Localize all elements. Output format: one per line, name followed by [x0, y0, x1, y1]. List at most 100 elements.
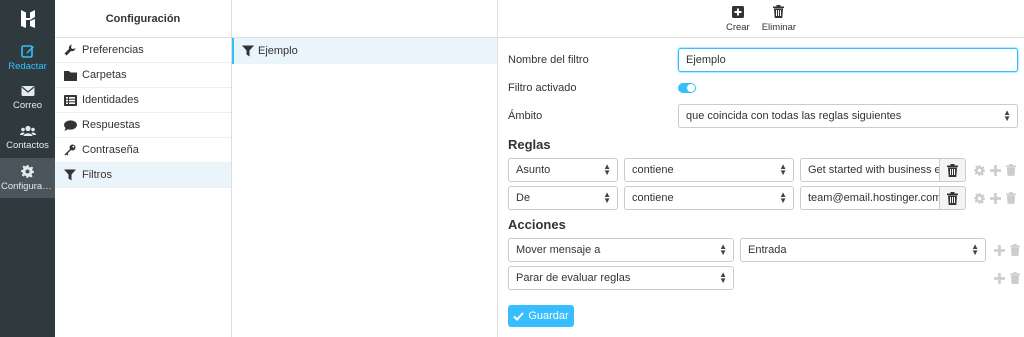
rule-value-input[interactable]: team@email.hostinger.com [800, 186, 940, 210]
settings-item-preferences[interactable]: Preferencias [55, 38, 231, 63]
filter-enabled-label: Filtro activado [508, 82, 577, 94]
create-button-label: Crear [725, 21, 750, 33]
rule-value-text: team@email.hostinger.com [808, 192, 940, 204]
nav-mail[interactable]: Correo [0, 78, 55, 118]
filters-list-panel: Ejemplo [232, 0, 498, 337]
action-type-value: Mover mensaje a [516, 244, 601, 256]
action-target-value: Entrada [748, 244, 787, 256]
actions-title: Acciones [508, 216, 566, 232]
action-type-value: Parar de evaluar reglas [516, 272, 631, 284]
filter-icon [63, 168, 77, 182]
settings-item-password[interactable]: Contraseña [55, 138, 231, 163]
trash-icon [947, 163, 958, 177]
select-arrows-icon: ▲ ▼ [779, 162, 787, 177]
action-type-select[interactable]: Parar de evaluar reglas ▲ ▼ [508, 266, 734, 290]
nav-contacts[interactable]: Contactos [0, 118, 55, 158]
wrench-icon [63, 43, 77, 57]
save-button-label: Guardar [528, 310, 569, 322]
rule-value-text: Get started with business ema [808, 164, 939, 176]
plus-square-icon [731, 5, 744, 19]
hostinger-logo-icon [20, 10, 35, 28]
app-nav-rail: Redactar Correo Contactos Configuraci… [0, 0, 55, 337]
comment-icon [63, 118, 77, 132]
rule-operator-select[interactable]: contiene ▲ ▼ [624, 158, 794, 182]
users-icon [19, 125, 36, 136]
filter-name-value: Ejemplo [686, 54, 726, 66]
trash-icon[interactable] [1010, 272, 1020, 284]
nav-compose-label: Redactar [8, 61, 47, 72]
envelope-icon [21, 86, 34, 96]
rule-header-value: Asunto [516, 164, 551, 176]
rule-delete-button[interactable] [940, 186, 966, 210]
folder-icon [63, 68, 77, 82]
filter-icon [242, 45, 254, 57]
gear-icon[interactable] [974, 164, 985, 176]
rule-delete-button[interactable] [940, 158, 966, 182]
plus-icon[interactable] [990, 192, 1001, 204]
settings-item-label: Carpetas [82, 69, 127, 81]
settings-item-identities[interactable]: Identidades [55, 88, 231, 113]
settings-item-responses[interactable]: Respuestas [55, 113, 231, 138]
toolbar: Crear Eliminar [498, 0, 1024, 38]
settings-item-label: Respuestas [82, 119, 141, 131]
settings-item-folders[interactable]: Carpetas [55, 63, 231, 88]
delete-button-label: Eliminar [761, 21, 797, 33]
nav-contacts-label: Contactos [6, 140, 49, 151]
action-row: Parar de evaluar reglas ▲ ▼ [508, 264, 1020, 292]
action-row: Mover mensaje a ▲ ▼ Entrada ▲ ▼ [508, 236, 1020, 264]
action-type-select[interactable]: Mover mensaje a ▲ ▼ [508, 238, 734, 262]
nav-settings[interactable]: Configuraci… [0, 158, 55, 198]
trash-icon [947, 191, 958, 205]
filter-form: Nombre del filtro Ejemplo Filtro activad… [508, 46, 1020, 292]
select-arrows-icon: ▲ ▼ [1003, 108, 1011, 123]
compose-icon [20, 45, 34, 58]
save-button[interactable]: Guardar [508, 305, 574, 327]
trash-icon[interactable] [1006, 192, 1016, 204]
scope-select[interactable]: que coincida con todas las reglas siguie… [678, 104, 1018, 128]
filter-list-item[interactable]: Ejemplo [232, 38, 497, 64]
settings-item-filters[interactable]: Filtros [55, 163, 231, 188]
rule-value-input[interactable]: Get started with business ema [800, 158, 940, 182]
rule-header-select[interactable]: Asunto ▲ ▼ [508, 158, 618, 182]
filter-name-label: Nombre del filtro [508, 54, 589, 66]
action-target-select[interactable]: Entrada ▲ ▼ [740, 238, 986, 262]
plus-icon[interactable] [994, 244, 1005, 256]
filter-enabled-toggle[interactable] [678, 83, 696, 93]
settings-panel: Configuración Preferencias Carpetas Iden… [55, 0, 232, 337]
gear-icon [21, 164, 34, 178]
select-arrows-icon: ▲ ▼ [719, 242, 727, 257]
delete-button[interactable]: Eliminar [762, 5, 796, 33]
select-arrows-icon: ▲ ▼ [603, 190, 611, 205]
rule-operator-select[interactable]: contiene ▲ ▼ [624, 186, 794, 210]
rule-operator-value: contiene [632, 192, 674, 204]
settings-item-label: Contraseña [82, 144, 139, 156]
select-arrows-icon: ▲ ▼ [971, 242, 979, 257]
rule-header-select[interactable]: De ▲ ▼ [508, 186, 618, 210]
trash-icon[interactable] [1010, 244, 1020, 256]
trash-icon [773, 5, 785, 19]
filter-editor: Crear Eliminar Nombre del filtro Ejemplo… [498, 0, 1024, 337]
filter-name-input[interactable]: Ejemplo [678, 48, 1018, 72]
rules-title: Reglas [508, 136, 551, 152]
rule-header-value: De [516, 192, 531, 204]
select-arrows-icon: ▲ ▼ [603, 162, 611, 177]
rule-row: Asunto ▲ ▼ contiene ▲ ▼ Get started with b… [508, 156, 1020, 184]
plus-icon[interactable] [994, 272, 1005, 284]
nav-compose[interactable]: Redactar [0, 38, 55, 78]
scope-label: Ámbito [508, 110, 543, 122]
trash-icon[interactable] [1006, 164, 1016, 176]
settings-item-label: Filtros [82, 169, 112, 181]
select-arrows-icon: ▲ ▼ [719, 270, 727, 285]
filters-list-header [232, 0, 497, 38]
nav-settings-label: Configuraci… [1, 180, 54, 192]
gear-icon[interactable] [974, 192, 985, 204]
settings-item-label: Preferencias [82, 44, 144, 56]
key-icon [63, 143, 77, 157]
rule-operator-value: contiene [632, 164, 674, 176]
app-logo[interactable] [0, 0, 55, 38]
create-button[interactable]: Crear [726, 5, 750, 33]
plus-icon[interactable] [990, 164, 1001, 176]
settings-title: Configuración [55, 0, 231, 38]
nav-mail-label: Correo [12, 100, 43, 111]
id-card-icon [63, 93, 77, 107]
